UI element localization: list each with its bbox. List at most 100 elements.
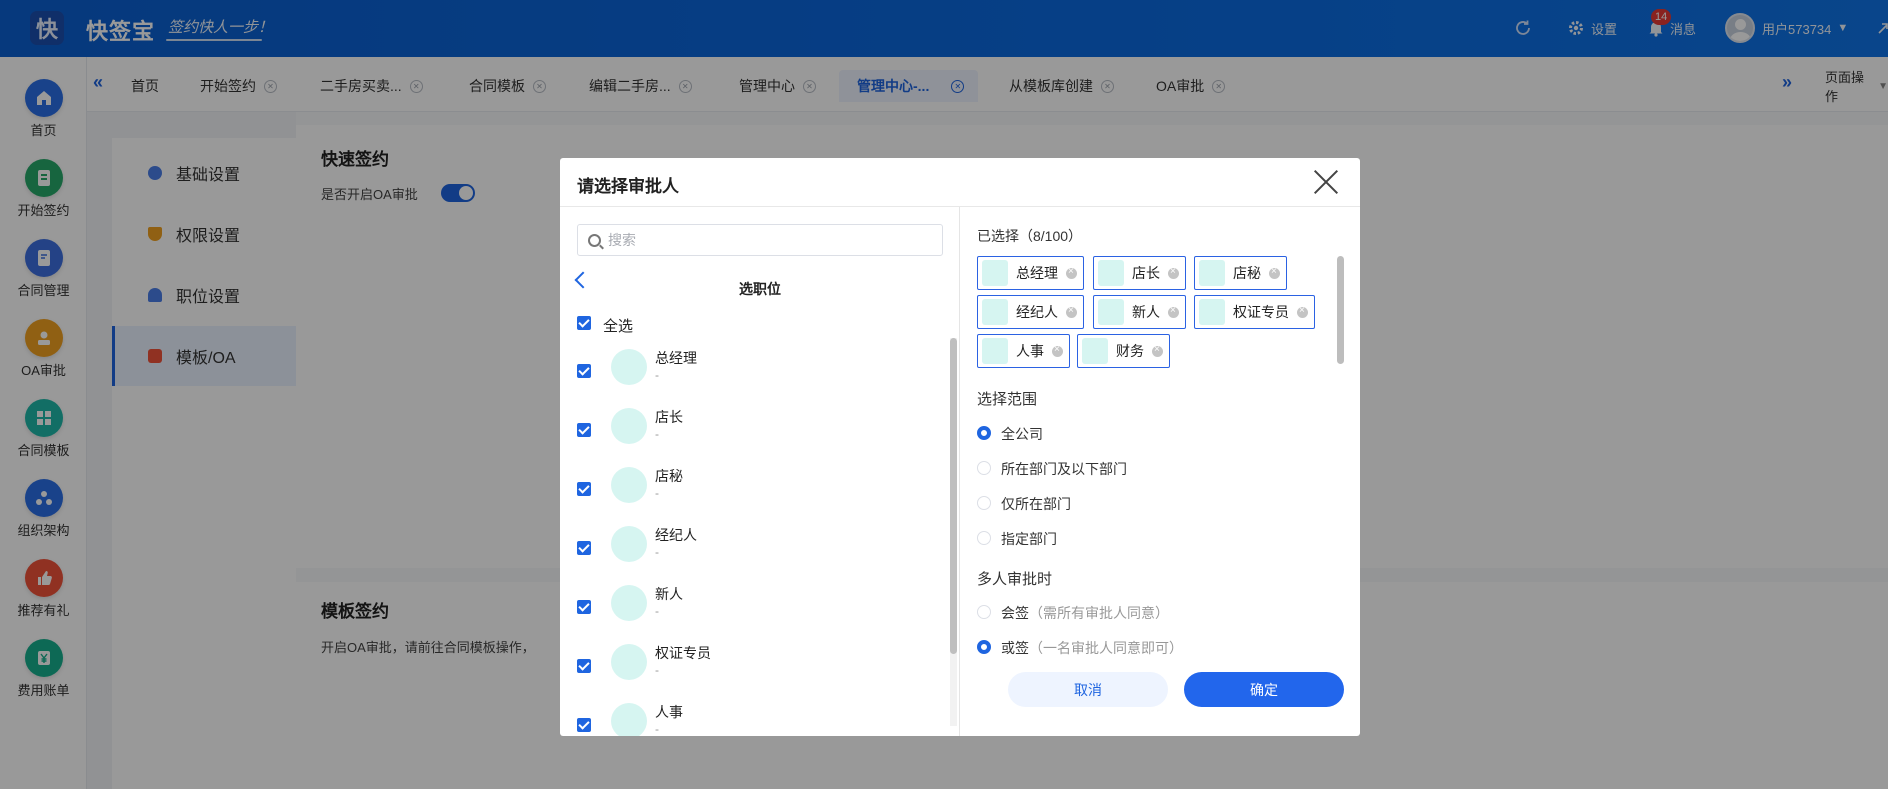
scope-radio-company[interactable] bbox=[977, 426, 991, 440]
selected-count-label: 已选择（8/100） bbox=[977, 228, 1083, 244]
select-all-label: 全选 bbox=[603, 318, 634, 335]
remove-icon[interactable] bbox=[1066, 305, 1077, 318]
scope-option-label: 仅所在部门 bbox=[1001, 496, 1071, 512]
chip-label: 店秘 bbox=[1233, 265, 1261, 281]
selected-chip: 新人 bbox=[1093, 295, 1186, 329]
position-avatar-icon bbox=[1082, 338, 1108, 364]
remove-icon[interactable] bbox=[1152, 344, 1163, 357]
selected-chip: 经纪人 bbox=[977, 295, 1084, 329]
position-name: 店秘 bbox=[655, 468, 683, 484]
dialog-column-divider bbox=[959, 207, 960, 736]
position-sub: - bbox=[655, 368, 659, 382]
position-avatar-icon bbox=[611, 467, 647, 503]
search-input[interactable]: 搜索 bbox=[577, 224, 943, 256]
position-sub: - bbox=[655, 722, 659, 736]
selected-chip: 店秘 bbox=[1194, 256, 1287, 290]
select-all-checkbox[interactable] bbox=[577, 316, 591, 330]
chip-label: 权证专员 bbox=[1233, 304, 1289, 320]
position-row[interactable]: 店长 - bbox=[560, 403, 950, 462]
chip-label: 新人 bbox=[1132, 304, 1160, 320]
multi-option-label: 或签（一名审批人同意即可） bbox=[1001, 638, 1183, 658]
scope-radio-own-dept[interactable] bbox=[977, 496, 991, 510]
multi-option-hint: （一名审批人同意即可） bbox=[1029, 640, 1183, 656]
multi-option-name: 会签 bbox=[1001, 605, 1029, 621]
selected-chip: 财务 bbox=[1077, 334, 1170, 368]
chips-scrollbar[interactable] bbox=[1337, 256, 1344, 364]
position-name: 新人 bbox=[655, 586, 683, 602]
scope-title: 选择范围 bbox=[977, 391, 1038, 408]
list-title: 选职位 bbox=[739, 281, 781, 297]
position-avatar-icon bbox=[611, 526, 647, 562]
position-checkbox[interactable] bbox=[577, 541, 591, 555]
position-sub: - bbox=[655, 545, 659, 559]
multi-radio-or-sign[interactable] bbox=[977, 640, 991, 654]
scope-option-label: 指定部门 bbox=[1001, 531, 1057, 547]
confirm-button[interactable]: 确定 bbox=[1184, 672, 1344, 707]
position-avatar-icon bbox=[1098, 299, 1124, 325]
chip-label: 店长 bbox=[1132, 265, 1160, 281]
selected-chip: 总经理 bbox=[977, 256, 1084, 290]
remove-icon[interactable] bbox=[1269, 266, 1280, 279]
position-name: 人事 bbox=[655, 704, 683, 720]
position-checkbox[interactable] bbox=[577, 600, 591, 614]
position-checkbox[interactable] bbox=[577, 659, 591, 673]
scope-radio-specified-dept[interactable] bbox=[977, 531, 991, 545]
remove-icon[interactable] bbox=[1168, 305, 1179, 318]
chip-label: 财务 bbox=[1116, 343, 1144, 359]
remove-icon[interactable] bbox=[1297, 305, 1308, 318]
position-checkbox[interactable] bbox=[577, 482, 591, 496]
position-name: 总经理 bbox=[655, 350, 697, 366]
position-avatar-icon bbox=[611, 644, 647, 680]
close-icon[interactable] bbox=[1312, 166, 1342, 196]
position-avatar-icon bbox=[982, 338, 1008, 364]
position-avatar-icon bbox=[982, 299, 1008, 325]
position-row[interactable]: 人事 - bbox=[560, 698, 950, 736]
selected-chips: 总经理 店长 店秘 经纪人 新人 权证专员 bbox=[976, 256, 1336, 368]
multi-option-hint: （需所有审批人同意） bbox=[1029, 605, 1169, 621]
dialog-header-divider bbox=[560, 206, 1360, 207]
chip-label: 人事 bbox=[1016, 343, 1044, 359]
position-avatar-icon bbox=[1098, 260, 1124, 286]
cancel-button[interactable]: 取消 bbox=[1008, 672, 1168, 707]
position-name: 经纪人 bbox=[655, 527, 697, 543]
multi-option-name: 或签 bbox=[1001, 640, 1029, 656]
position-checkbox[interactable] bbox=[577, 718, 591, 732]
position-name: 权证专员 bbox=[655, 645, 711, 661]
remove-icon[interactable] bbox=[1052, 344, 1063, 357]
multi-approval-title: 多人审批时 bbox=[977, 571, 1053, 588]
list-scrollbar[interactable] bbox=[950, 338, 957, 654]
position-avatar-icon bbox=[1199, 260, 1225, 286]
scope-option-label: 所在部门及以下部门 bbox=[1001, 461, 1127, 477]
back-chevron-icon[interactable] bbox=[574, 271, 592, 289]
position-avatar-icon bbox=[611, 349, 647, 385]
position-sub: - bbox=[655, 604, 659, 618]
position-avatar-icon bbox=[611, 703, 647, 736]
chip-label: 总经理 bbox=[1016, 265, 1058, 281]
position-avatar-icon bbox=[611, 585, 647, 621]
position-checkbox[interactable] bbox=[577, 423, 591, 437]
remove-icon[interactable] bbox=[1168, 266, 1179, 279]
selected-chip: 权证专员 bbox=[1194, 295, 1315, 329]
selected-chip: 人事 bbox=[977, 334, 1070, 368]
multi-radio-countersign[interactable] bbox=[977, 605, 991, 619]
search-icon bbox=[588, 233, 601, 247]
position-row[interactable]: 总经理 - bbox=[560, 344, 950, 403]
position-checkbox[interactable] bbox=[577, 364, 591, 378]
position-sub: - bbox=[655, 427, 659, 441]
selected-chip: 店长 bbox=[1093, 256, 1186, 290]
scope-radio-dept-and-below[interactable] bbox=[977, 461, 991, 475]
position-avatar-icon bbox=[611, 408, 647, 444]
position-row[interactable]: 店秘 - bbox=[560, 462, 950, 521]
dialog-title: 请选择审批人 bbox=[577, 177, 679, 196]
remove-icon[interactable] bbox=[1066, 266, 1077, 279]
position-row[interactable]: 新人 - bbox=[560, 580, 950, 639]
position-sub: - bbox=[655, 486, 659, 500]
position-name: 店长 bbox=[655, 409, 683, 425]
multi-option-label: 会签（需所有审批人同意） bbox=[1001, 603, 1169, 623]
position-sub: - bbox=[655, 663, 659, 677]
approver-dialog: 请选择审批人 搜索 选职位 全选 总经理 - 店长 - 店秘 - 经纪人 - 新… bbox=[560, 158, 1360, 736]
position-row[interactable]: 权证专员 - bbox=[560, 639, 950, 698]
scope-option-label: 全公司 bbox=[1001, 426, 1043, 442]
position-avatar-icon bbox=[1199, 299, 1225, 325]
position-row[interactable]: 经纪人 - bbox=[560, 521, 950, 580]
